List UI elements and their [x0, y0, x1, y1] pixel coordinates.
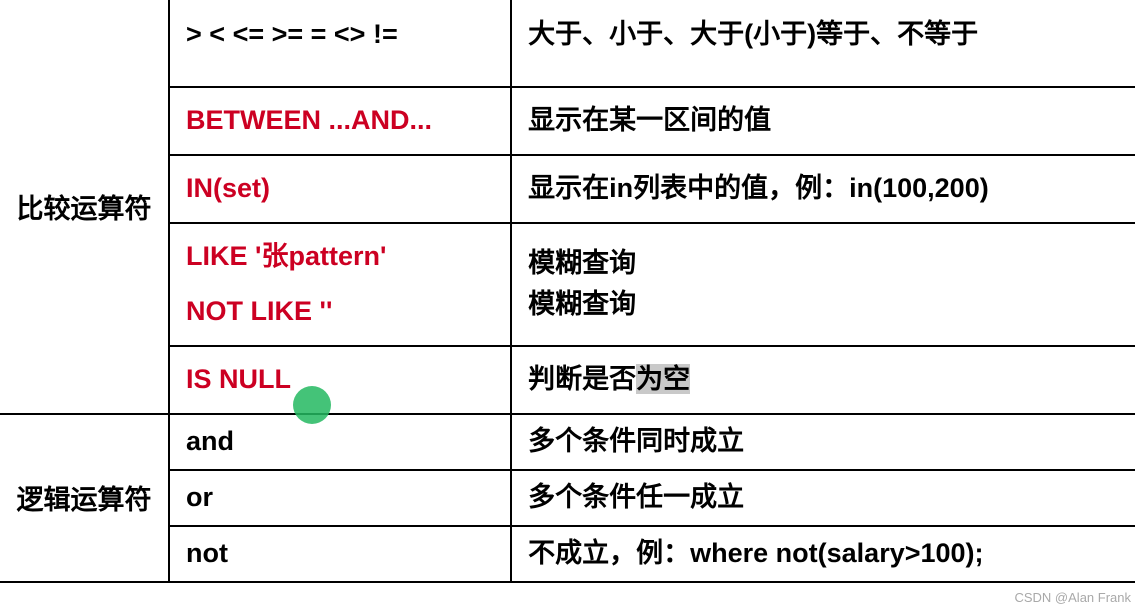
- table-row: IS NULL 判断是否为空: [0, 346, 1135, 414]
- table-row: not 不成立，例：where not(salary>100);: [0, 526, 1135, 582]
- category-compare: 比较运算符: [0, 0, 169, 414]
- desc-text-line1: 模糊查询: [528, 243, 1119, 285]
- operators-table: 比较运算符 > < <= >= = <> != 大于、小于、大于(小于)等于、不…: [0, 0, 1135, 583]
- category-label: 比较运算符: [17, 194, 152, 224]
- table-row: 逻辑运算符 and 多个条件同时成立: [0, 414, 1135, 470]
- desc-text-part-b: 为空: [636, 364, 690, 394]
- op-text: or: [186, 482, 213, 512]
- op-cell: IS NULL: [169, 346, 511, 414]
- desc-cell: 不成立，例：where not(salary>100);: [511, 526, 1135, 582]
- desc-text: 多个条件同时成立: [528, 426, 744, 456]
- desc-cell: 模糊查询 模糊查询: [511, 223, 1135, 347]
- op-cell: and: [169, 414, 511, 470]
- desc-text-part-a: 判断是否: [528, 364, 636, 394]
- op-text: IN(set): [186, 173, 270, 203]
- watermark-text: CSDN @Alan Frank: [1014, 590, 1131, 605]
- op-cell: or: [169, 470, 511, 526]
- table-row: 比较运算符 > < <= >= = <> != 大于、小于、大于(小于)等于、不…: [0, 0, 1135, 87]
- desc-cell: 多个条件任一成立: [511, 470, 1135, 526]
- category-logic: 逻辑运算符: [0, 414, 169, 582]
- op-cell: not: [169, 526, 511, 582]
- op-text-line2: NOT LIKE '': [186, 291, 494, 333]
- op-cell: IN(set): [169, 155, 511, 223]
- desc-cell: 大于、小于、大于(小于)等于、不等于: [511, 0, 1135, 87]
- table-row: LIKE '张pattern' NOT LIKE '' 模糊查询 模糊查询: [0, 223, 1135, 347]
- op-text: and: [186, 426, 234, 456]
- table-row: BETWEEN ...AND... 显示在某一区间的值: [0, 87, 1135, 155]
- desc-cell: 多个条件同时成立: [511, 414, 1135, 470]
- op-text: IS NULL: [186, 364, 291, 394]
- desc-text: 显示在in列表中的值，例：in(100,200): [528, 173, 989, 203]
- op-cell: BETWEEN ...AND...: [169, 87, 511, 155]
- op-text: BETWEEN ...AND...: [186, 105, 432, 135]
- desc-cell: 显示在某一区间的值: [511, 87, 1135, 155]
- desc-text: 显示在某一区间的值: [528, 105, 771, 135]
- category-label: 逻辑运算符: [17, 485, 152, 515]
- op-text: not: [186, 538, 228, 568]
- op-cell: LIKE '张pattern' NOT LIKE '': [169, 223, 511, 347]
- desc-text: 大于、小于、大于(小于)等于、不等于: [528, 19, 978, 49]
- desc-text-line2: 模糊查询: [528, 284, 1119, 326]
- table-row: IN(set) 显示在in列表中的值，例：in(100,200): [0, 155, 1135, 223]
- op-text: > < <= >= = <> !=: [186, 19, 398, 49]
- table-row: or 多个条件任一成立: [0, 470, 1135, 526]
- op-cell: > < <= >= = <> !=: [169, 0, 511, 87]
- desc-text: 多个条件任一成立: [528, 482, 744, 512]
- desc-text: 不成立，例：where not(salary>100);: [528, 538, 983, 568]
- op-text-line1: LIKE '张pattern': [186, 236, 494, 278]
- desc-cell: 显示在in列表中的值，例：in(100,200): [511, 155, 1135, 223]
- desc-cell: 判断是否为空: [511, 346, 1135, 414]
